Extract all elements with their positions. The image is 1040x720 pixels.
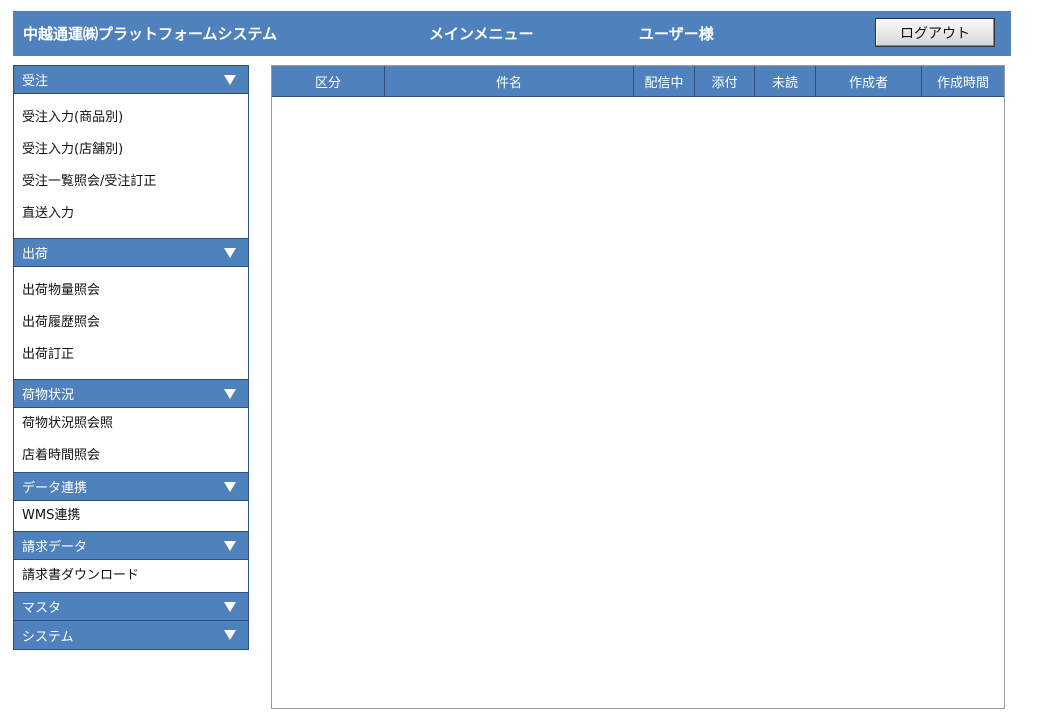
- section-header-system[interactable]: システム: [13, 621, 249, 650]
- section-header-billing[interactable]: 請求データ: [13, 531, 249, 560]
- section-header-shipping[interactable]: 出荷: [13, 238, 249, 267]
- sidebar-menu: 受注 受注入力(商品別) 受注入力(店舗別) 受注一覧照会/受注訂正 直送入力 …: [13, 65, 249, 650]
- triangle-down-icon: [224, 630, 236, 640]
- column-header-created-time[interactable]: 作成時間: [922, 66, 1004, 96]
- menu-item-wms-link[interactable]: WMS連携: [14, 501, 248, 531]
- menu-item-shipping-volume[interactable]: 出荷物量照会: [14, 275, 248, 307]
- app-header: 中越通運㈱プラットフォームシステム メインメニュー ユーザー様 ログアウト: [13, 11, 1011, 56]
- menu-item-shipping-history[interactable]: 出荷履歴照会: [14, 307, 248, 339]
- section-body-data-link: WMS連携: [13, 501, 249, 531]
- page-title: メインメニュー: [429, 25, 534, 43]
- section-title: マスタ: [22, 601, 62, 616]
- section-title: 請求データ: [22, 540, 88, 555]
- section-header-master[interactable]: マスタ: [13, 592, 249, 621]
- triangle-down-icon: [224, 481, 236, 492]
- section-body-order: 受注入力(商品別) 受注入力(店舗別) 受注一覧照会/受注訂正 直送入力: [13, 94, 249, 238]
- triangle-down-icon: [224, 74, 236, 85]
- table-header-row: 区分 件名 配信中 添付 未読 作成者 作成時間: [272, 66, 1004, 97]
- section-header-data-link[interactable]: データ連携: [13, 472, 249, 501]
- menu-item-order-by-store[interactable]: 受注入力(店舗別): [14, 134, 248, 166]
- section-title: システム: [22, 629, 74, 645]
- app-title: 中越通運㈱プラットフォームシステム: [23, 25, 278, 43]
- section-body-billing: 請求書ダウンロード: [13, 560, 249, 592]
- menu-item-shipping-correction[interactable]: 出荷訂正: [14, 339, 248, 371]
- triangle-down-icon: [224, 247, 236, 258]
- triangle-down-icon: [224, 388, 236, 399]
- section-header-order[interactable]: 受注: [13, 65, 249, 94]
- menu-item-arrival-time[interactable]: 店着時間照会: [14, 440, 248, 472]
- section-title: 荷物状況: [22, 388, 75, 403]
- user-name: ユーザー様: [639, 25, 714, 43]
- column-header-category[interactable]: 区分: [272, 66, 385, 96]
- column-header-delivering[interactable]: 配信中: [634, 66, 695, 96]
- column-header-subject[interactable]: 件名: [385, 66, 634, 96]
- section-title: 受注: [22, 74, 49, 89]
- menu-item-cargo-status[interactable]: 荷物状況照会照: [14, 408, 248, 440]
- menu-item-order-by-product[interactable]: 受注入力(商品別): [14, 102, 248, 134]
- menu-item-invoice-download[interactable]: 請求書ダウンロード: [14, 560, 248, 592]
- section-title: データ連携: [22, 481, 88, 496]
- column-header-attachment[interactable]: 添付: [695, 66, 755, 96]
- triangle-down-icon: [224, 601, 236, 612]
- menu-item-order-list[interactable]: 受注一覧照会/受注訂正: [14, 166, 248, 198]
- menu-item-direct-shipping[interactable]: 直送入力: [14, 198, 248, 230]
- column-header-unread[interactable]: 未読: [755, 66, 816, 96]
- notice-list-panel: 区分 件名 配信中 添付 未読 作成者 作成時間: [271, 65, 1005, 709]
- triangle-down-icon: [224, 540, 236, 551]
- section-body-shipping: 出荷物量照会 出荷履歴照会 出荷訂正: [13, 267, 249, 379]
- section-header-cargo-status[interactable]: 荷物状況: [13, 379, 249, 408]
- section-body-cargo-status: 荷物状況照会照 店着時間照会: [13, 408, 249, 472]
- section-title: 出荷: [22, 247, 49, 262]
- column-header-author[interactable]: 作成者: [816, 66, 922, 96]
- logout-button[interactable]: ログアウト: [875, 18, 995, 47]
